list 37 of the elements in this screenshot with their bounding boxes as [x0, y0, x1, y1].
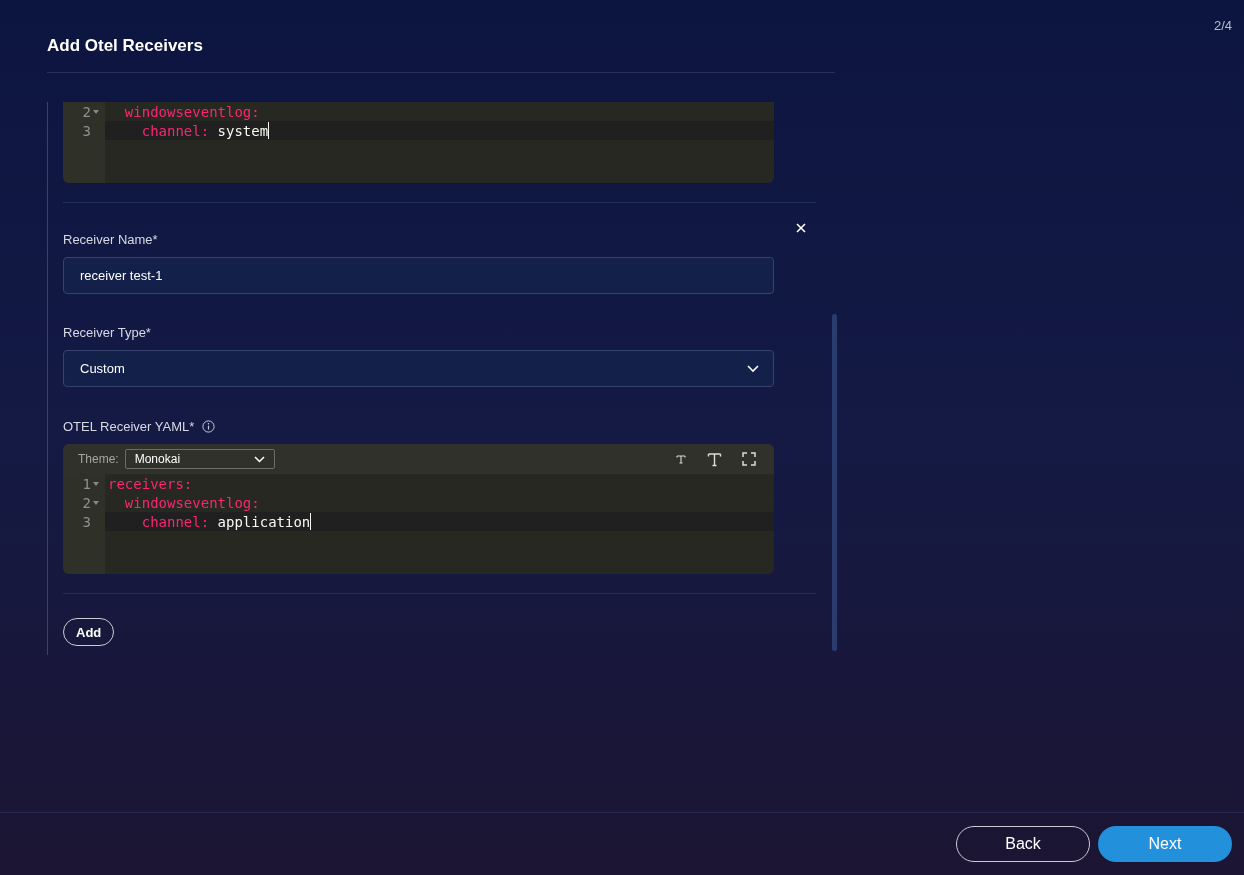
- close-icon: [796, 223, 806, 233]
- text-cursor: [310, 513, 312, 530]
- yaml-key: channel:: [108, 513, 210, 530]
- fullscreen-icon[interactable]: [742, 452, 756, 466]
- yaml-key: channel:: [108, 122, 210, 139]
- yaml-key: windowseventlog:: [108, 103, 260, 120]
- step-counter: 2/4: [1213, 18, 1232, 33]
- code-editor[interactable]: Theme: Monokai 1 2 3 receivers: windowseventlog: channel: application: [63, 444, 774, 574]
- scrollbar-thumb[interactable]: [832, 314, 837, 651]
- line-number: 1: [82, 475, 92, 492]
- line-number: 2: [82, 494, 92, 511]
- larger-text-icon[interactable]: [707, 451, 722, 467]
- theme-label: Theme:: [78, 452, 119, 466]
- yaml-key: windowseventlog:: [108, 494, 260, 511]
- fold-icon[interactable]: [93, 481, 99, 486]
- line-number: 3: [82, 122, 92, 139]
- dialog-title: Add Otel Receivers: [47, 36, 204, 56]
- yaml-value: system: [216, 122, 269, 139]
- receiver-name-field[interactable]: receiver test-1: [63, 257, 774, 294]
- field-label: OTEL Receiver YAML*: [63, 419, 195, 434]
- chevron-down-icon: [253, 455, 265, 463]
- line-number: 2: [82, 103, 92, 120]
- field-label: Receiver Name*: [63, 232, 158, 247]
- close-button[interactable]: [794, 221, 808, 235]
- info-icon: [202, 420, 216, 433]
- yaml-value: application: [216, 513, 311, 530]
- theme-select[interactable]: Monokai: [124, 449, 275, 469]
- receiver-type-select[interactable]: Custom: [63, 350, 774, 387]
- fold-icon[interactable]: [93, 500, 99, 505]
- smaller-text-icon[interactable]: [675, 453, 687, 465]
- line-number: 3: [82, 513, 92, 530]
- code-editor[interactable]: 2 3 windowseventlog: channel: system: [63, 102, 774, 183]
- field-label: Receiver Type*: [63, 325, 151, 340]
- yaml-key: receivers:: [108, 475, 193, 492]
- text-cursor: [268, 122, 270, 139]
- chevron-down-icon: [747, 364, 759, 373]
- fold-icon[interactable]: [93, 109, 99, 114]
